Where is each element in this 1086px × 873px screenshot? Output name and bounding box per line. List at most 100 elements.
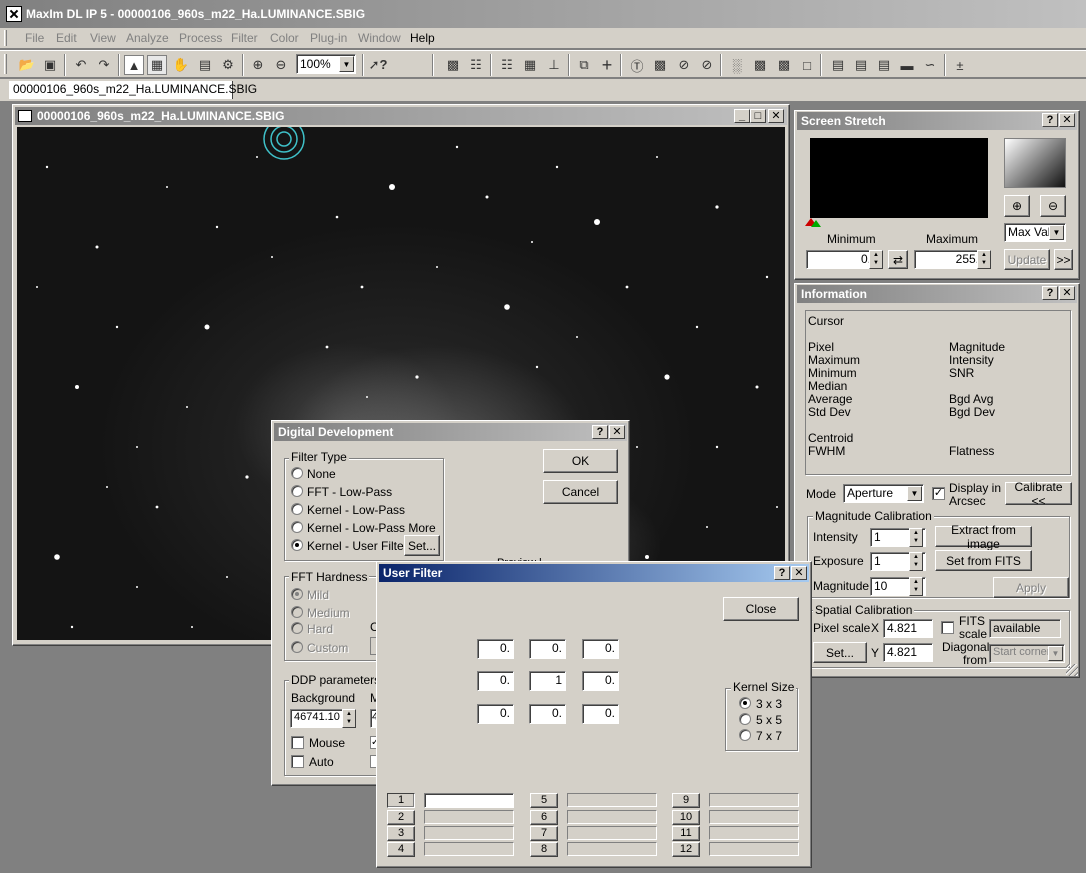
square-icon[interactable]: □	[797, 55, 817, 75]
copy-icon[interactable]: ⧉	[574, 55, 594, 75]
hardness-medium-radio[interactable]	[291, 606, 303, 618]
redo-icon[interactable]: ↷	[94, 55, 114, 75]
curve-icon[interactable]: ∽	[920, 55, 940, 75]
minus-bar-icon[interactable]: ▬	[897, 55, 917, 75]
hand-icon[interactable]: ✋	[171, 55, 191, 75]
min-value-input[interactable]: 0.	[806, 250, 876, 269]
probe-icon[interactable]: Ⓣ	[627, 55, 647, 75]
close-button[interactable]: Close	[723, 597, 799, 621]
minimize-icon[interactable]: _	[734, 109, 750, 123]
histogram-display[interactable]	[810, 138, 988, 218]
slot-5-button[interactable]: 5	[530, 793, 558, 808]
menu-analyze[interactable]: Analyze	[126, 31, 169, 45]
zoom-out-icon[interactable]: ⊖	[1040, 195, 1066, 217]
set-user-filter-button[interactable]: Set...	[404, 535, 440, 556]
stack-icon[interactable]: ☷	[466, 55, 486, 75]
help-icon[interactable]: ?	[592, 425, 608, 439]
image-view-icon[interactable]: ▲	[124, 55, 144, 75]
close-icon[interactable]: ✕	[609, 425, 625, 439]
menu-window[interactable]: Window	[358, 31, 401, 45]
document-tab[interactable]: 00000106_960s_m22_Ha.LUMINANCE.SBIG	[9, 81, 257, 99]
combine-icon[interactable]: ▦	[520, 55, 540, 75]
help-icon[interactable]: ?	[1042, 286, 1058, 300]
set-from-fits-button[interactable]: Set from FITS	[935, 550, 1032, 571]
panel-image-icon[interactable]: ▤	[874, 55, 894, 75]
hardness-custom-radio[interactable]	[291, 641, 303, 653]
apply-button[interactable]: Apply	[993, 577, 1069, 598]
stretch-mode-select[interactable]: Max Val ▼	[1004, 223, 1066, 242]
kernel-cell[interactable]: 0.	[582, 704, 619, 724]
save-icon[interactable]: ▣	[40, 55, 60, 75]
help-icon[interactable]: ?	[774, 566, 790, 580]
kernel-5x5-radio[interactable]	[739, 713, 751, 725]
mouse-checkbox[interactable]	[291, 736, 304, 749]
slot-1-button[interactable]: 1	[387, 793, 415, 808]
clear-icon[interactable]: ▤	[195, 55, 215, 75]
kernel-7x7-radio[interactable]	[739, 729, 751, 741]
more-button[interactable]: >>	[1054, 249, 1073, 270]
calibrate-button[interactable]: Calibrate <<	[1005, 480, 1072, 508]
fits-scale-checkbox[interactable]	[941, 621, 954, 634]
menu-filter[interactable]: Filter	[231, 31, 258, 45]
hardness-hard-radio[interactable]	[291, 622, 303, 634]
menu-edit[interactable]: Edit	[56, 31, 77, 45]
x-scale-input[interactable]: 4.821	[883, 619, 933, 638]
kernel-cell[interactable]: 0.	[529, 704, 566, 724]
slot-1-name-input[interactable]	[424, 793, 514, 808]
settings-icon[interactable]: ⚙	[218, 55, 238, 75]
kernel-cell[interactable]: 1	[529, 671, 566, 691]
resize-grip-icon[interactable]	[1066, 664, 1078, 676]
undo-icon[interactable]: ↶	[71, 55, 91, 75]
no-entry-alt-icon[interactable]: ⊘	[697, 55, 717, 75]
auto-checkbox[interactable]	[291, 755, 304, 768]
max-spinner[interactable]: ▲ ▼	[977, 250, 991, 269]
magnitude-spinner[interactable]: ▲ ▼	[909, 577, 923, 596]
menu-plugin[interactable]: Plug-in	[310, 31, 347, 45]
panel-icon[interactable]: ▤	[828, 55, 848, 75]
background-spinner[interactable]: ▲ ▼	[342, 709, 356, 728]
grid-select-icon[interactable]: ▦	[147, 55, 167, 75]
slot-10-button[interactable]: 10	[672, 810, 700, 825]
help-icon[interactable]: ?	[1042, 113, 1058, 127]
kernel-cell[interactable]: 0.	[477, 639, 514, 659]
kernel-3x3-radio[interactable]	[739, 697, 751, 709]
zoom-in-icon[interactable]: ⊕	[248, 55, 268, 75]
filter-fft-lowpass-radio[interactable]	[291, 485, 303, 497]
histogram-icon[interactable]: ▩	[650, 55, 670, 75]
max-value-input[interactable]: 255.	[914, 250, 984, 269]
close-icon[interactable]: ✕	[1059, 286, 1075, 300]
cascade-icon[interactable]: ▩	[774, 55, 794, 75]
plus-minus-icon[interactable]: ±	[950, 55, 970, 75]
display-arcsec-checkbox[interactable]: ✓	[932, 487, 945, 500]
app-icon[interactable]	[6, 6, 22, 22]
menu-process[interactable]: Process	[179, 31, 222, 45]
slot-3-button[interactable]: 3	[387, 826, 415, 841]
bar-graph-icon[interactable]: ░	[727, 55, 747, 75]
chevron-down-icon[interactable]: ▼	[1048, 646, 1063, 661]
max-marker-icon[interactable]	[811, 220, 821, 227]
slot-7-button[interactable]: 7	[530, 826, 558, 841]
panel-alt-icon[interactable]: ▤	[851, 55, 871, 75]
filter-none-radio[interactable]	[291, 467, 303, 479]
slot-8-button[interactable]: 8	[530, 842, 558, 857]
close-icon[interactable]: ✕	[768, 109, 784, 123]
filter-kernel-lowpass-more-radio[interactable]	[291, 521, 303, 533]
slot-6-button[interactable]: 6	[530, 810, 558, 825]
kernel-cell[interactable]: 0.	[582, 639, 619, 659]
kernel-cell[interactable]: 0.	[582, 671, 619, 691]
align-icon[interactable]: ☷	[497, 55, 517, 75]
zoom-in-icon[interactable]: ⊕	[1004, 195, 1030, 217]
set-spatial-button[interactable]: Set...	[813, 642, 867, 663]
slot-9-button[interactable]: 9	[672, 793, 700, 808]
y-scale-input[interactable]: 4.821	[883, 643, 933, 662]
no-entry-icon[interactable]: ⊘	[674, 55, 694, 75]
zoom-select[interactable]: 100% ▼	[296, 54, 356, 74]
slot-2-button[interactable]: 2	[387, 810, 415, 825]
open-icon[interactable]: 📂	[17, 55, 37, 75]
slot-11-button[interactable]: 11	[672, 826, 700, 841]
kernel-cell[interactable]: 0.	[529, 639, 566, 659]
update-button[interactable]: Update	[1004, 249, 1050, 270]
slot-4-button[interactable]: 4	[387, 842, 415, 857]
min-spinner[interactable]: ▲ ▼	[869, 250, 883, 269]
chevron-down-icon[interactable]: ▼	[1049, 225, 1064, 240]
